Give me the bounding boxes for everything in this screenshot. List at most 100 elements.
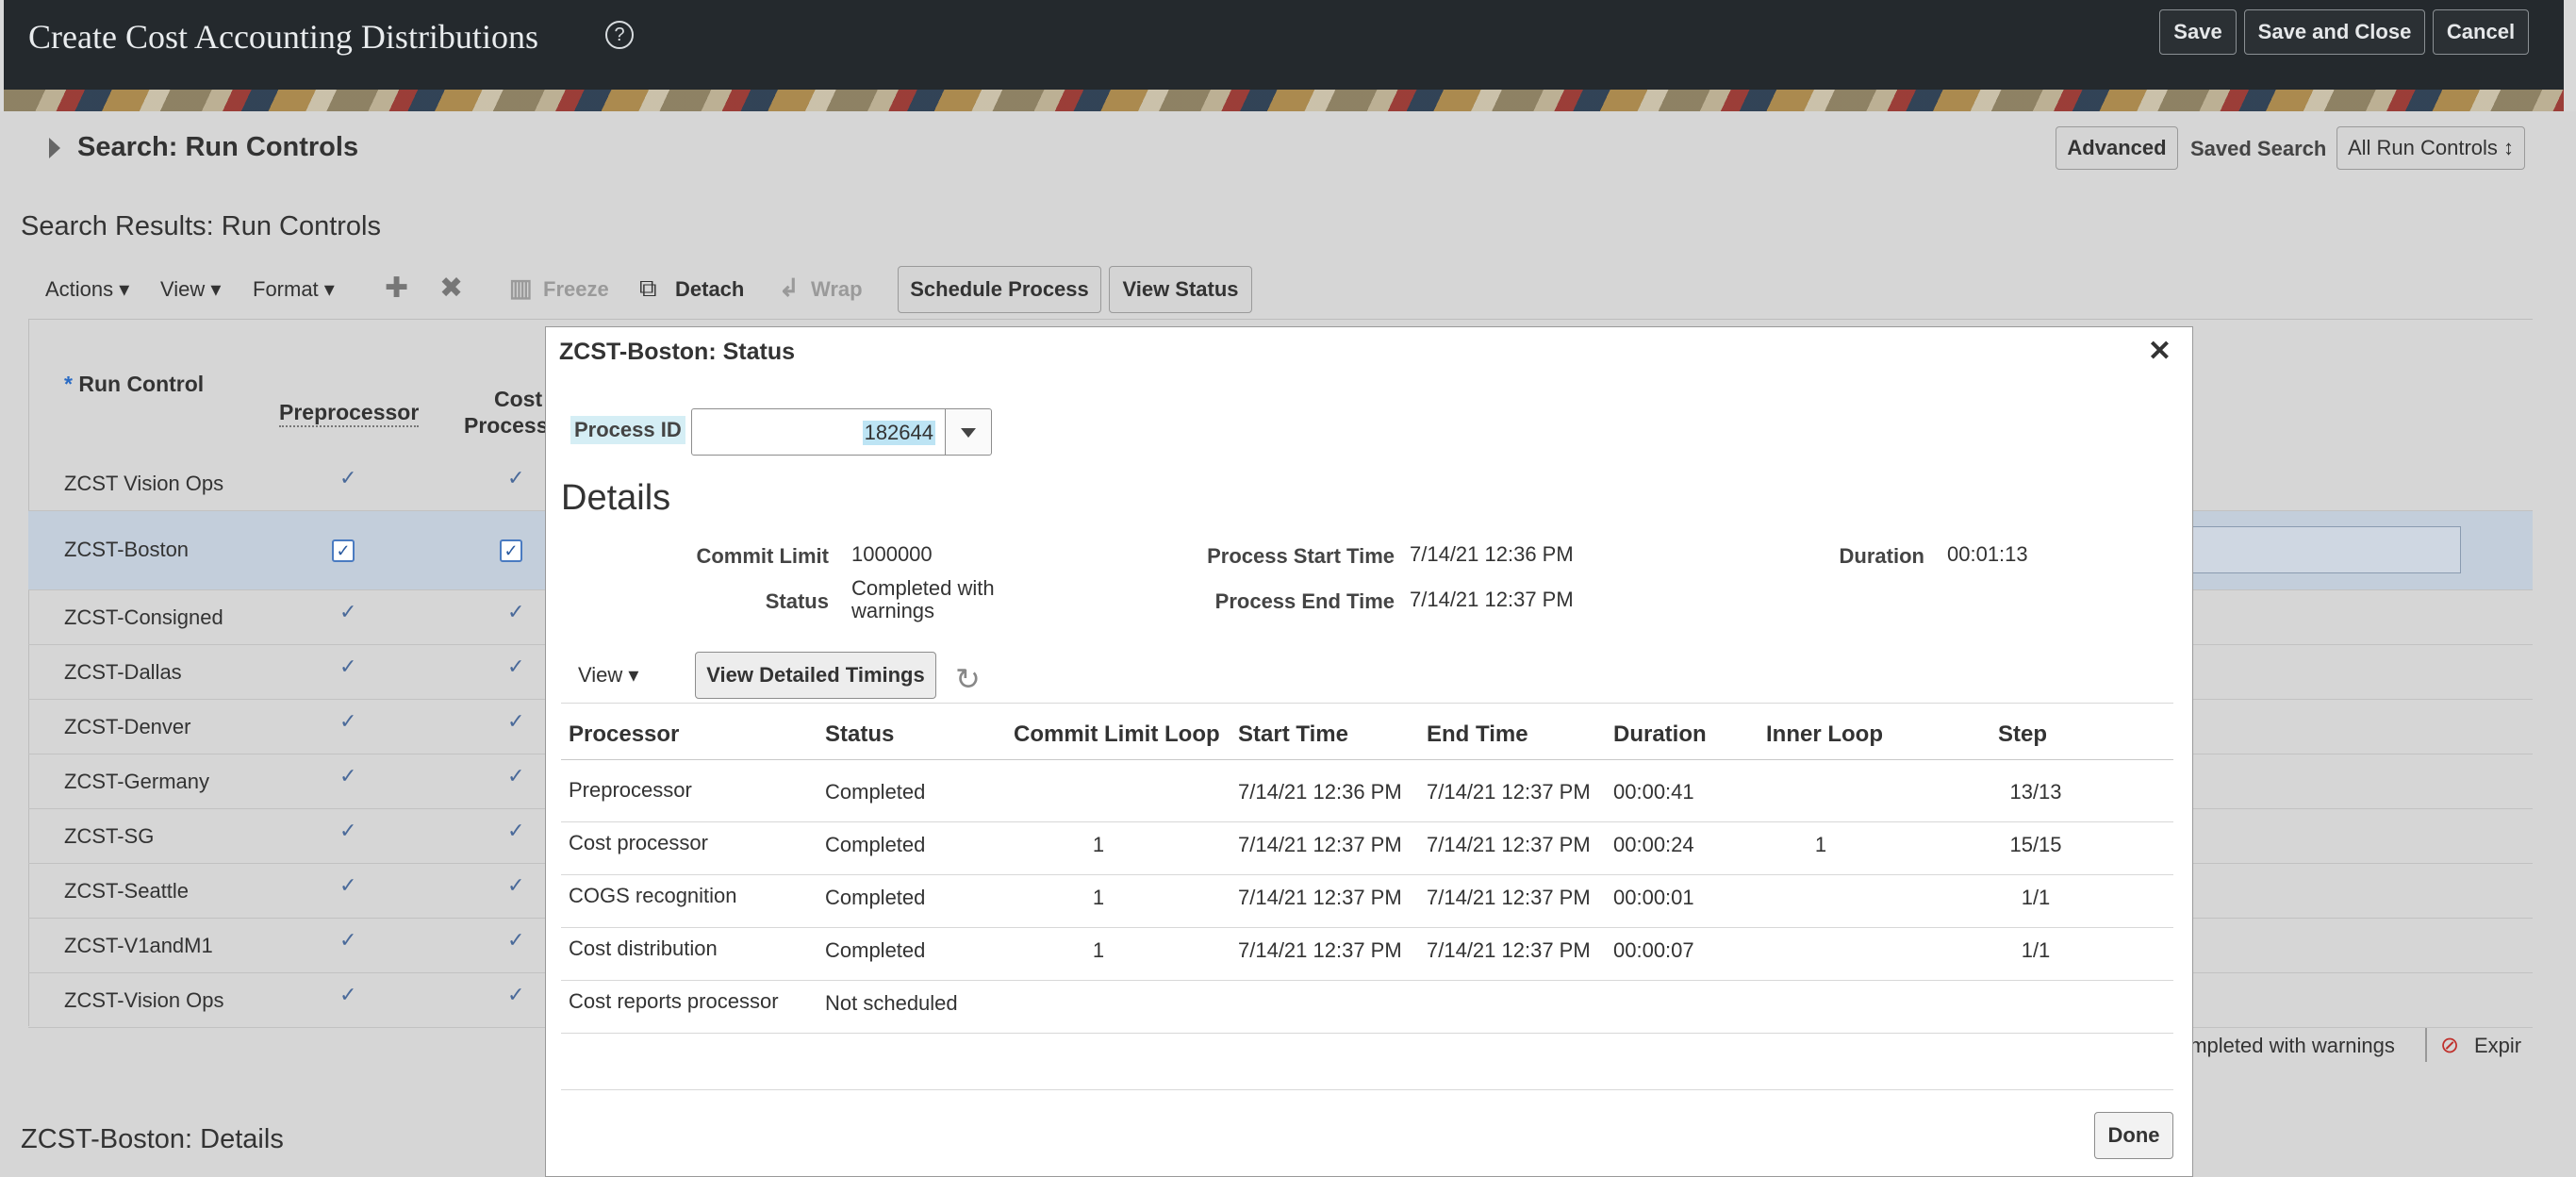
cell-start-time: 7/14/21 12:37 PM [1238, 833, 1402, 856]
done-button[interactable]: Done [2094, 1112, 2173, 1159]
cell-end-time: 7/14/21 12:37 PM [1427, 886, 1591, 909]
legend-expired: Expir [2474, 1034, 2522, 1057]
cell-commit-limit-loop: 1 [1092, 938, 1105, 962]
cost-processor-column-header-line1[interactable]: Cost [494, 387, 542, 412]
detach-button[interactable]: Detach [675, 277, 744, 302]
row-divider [561, 874, 2173, 875]
preprocessor-check-icon: ✓ [339, 655, 357, 678]
chevron-down-icon [961, 428, 976, 438]
cell-commit-limit-loop: 1 [1092, 886, 1105, 909]
run-control-name: ZCST-Vision Ops [64, 988, 224, 1012]
view-detailed-timings-button[interactable]: View Detailed Timings [695, 652, 936, 699]
step-column-header[interactable]: Step [1998, 721, 2047, 748]
format-menu[interactable]: Format ▾ [253, 277, 335, 302]
end-time-column-header[interactable]: End Time [1427, 721, 1528, 748]
view-menu[interactable]: View ▾ [160, 277, 221, 302]
cost-processor-check-icon: ✓ [507, 819, 525, 842]
wrap-button[interactable]: Wrap [811, 277, 863, 302]
cell-duration: 00:00:07 [1613, 938, 1694, 962]
process-id-dropdown-button[interactable] [945, 408, 992, 456]
preprocessor-check-icon: ✓ [339, 819, 357, 842]
row-divider [561, 821, 2173, 822]
run-control-name: ZCST-Germany [64, 770, 210, 793]
cell-status: Completed [825, 886, 926, 909]
cell-processor: Preprocessor [569, 778, 692, 802]
cell-status: Completed [825, 833, 926, 856]
row-divider [561, 927, 2173, 928]
refresh-icon[interactable]: ↻ [955, 661, 981, 697]
view-status-button[interactable]: View Status [1109, 266, 1252, 313]
saved-search-select[interactable]: All Run Controls ↕ [2337, 126, 2525, 170]
cell-step: 15/15 [2009, 833, 2062, 856]
process-id-value: 182644 [862, 421, 935, 445]
actions-menu[interactable]: Actions ▾ [45, 277, 129, 302]
close-icon[interactable]: ✕ [2148, 335, 2171, 368]
commit-limit-value: 1000000 [851, 542, 933, 566]
save-and-close-button[interactable]: Save and Close [2244, 9, 2425, 55]
duration-value: 00:01:13 [1947, 542, 2028, 566]
row-divider [561, 980, 2173, 981]
preprocessor-check-icon: ✓ [339, 709, 357, 733]
start-time-column-header[interactable]: Start Time [1238, 721, 1348, 748]
cell-processor: Cost processor [569, 831, 708, 854]
inner-loop-column-header[interactable]: Inner Loop [1766, 721, 1883, 748]
cost-processor-column-header-line2[interactable]: Process [464, 413, 549, 439]
cost-processor-checkbox[interactable]: ✓ [500, 539, 522, 562]
run-control-column-header[interactable]: * Run Control [64, 372, 204, 397]
search-section-title[interactable]: Search: Run Controls [77, 132, 358, 163]
process-id-input[interactable]: 182644 [691, 408, 946, 456]
cell-end-time: 7/14/21 12:37 PM [1427, 833, 1591, 856]
cost-processor-check-icon: ✓ [507, 983, 525, 1006]
cost-processor-check-icon: ✓ [507, 600, 525, 623]
commit-limit-loop-column-header[interactable]: Commit Limit Loop [1014, 721, 1220, 748]
header-banner-pattern [4, 90, 2564, 111]
process-start-time-value: 7/14/21 12:36 PM [1410, 542, 1574, 566]
processor-column-header[interactable]: Processor [569, 721, 679, 748]
cell-start-time: 7/14/21 12:37 PM [1238, 886, 1402, 909]
details-heading: Details [561, 478, 671, 518]
timings-view-menu[interactable]: View ▾ [578, 663, 638, 688]
preprocessor-column-header[interactable]: Preprocessor [279, 400, 420, 427]
cell-duration: 00:00:01 [1613, 886, 1694, 909]
save-button[interactable]: Save [2159, 9, 2237, 55]
cell-status: Not scheduled [825, 991, 958, 1015]
search-results-title: Search Results: Run Controls [21, 211, 381, 241]
table-bottom-border [561, 1033, 2173, 1034]
cost-processor-check-icon: ✓ [507, 709, 525, 733]
cost-processor-check-icon: ✓ [507, 466, 525, 489]
cell-step: 1/1 [2021, 938, 2051, 962]
expand-triangle-icon[interactable] [49, 138, 60, 158]
cost-processor-check-icon: ✓ [507, 655, 525, 678]
run-control-name: ZCST-Dallas [64, 660, 182, 684]
table-header-border [561, 759, 2173, 760]
cell-inner-loop: 1 [1814, 833, 1827, 856]
advanced-search-button[interactable]: Advanced [2056, 126, 2178, 170]
dialog-footer-border [561, 1089, 2173, 1090]
help-icon[interactable]: ? [605, 21, 634, 49]
cell-processor: COGS recognition [569, 884, 737, 907]
preprocessor-check-icon: ✓ [339, 873, 357, 897]
cell-status: Completed [825, 780, 926, 804]
cell-start-time: 7/14/21 12:36 PM [1238, 780, 1402, 804]
page-title: Create Cost Accounting Distributions [28, 18, 538, 56]
freeze-icon: ▥ [509, 274, 533, 302]
schedule-process-button[interactable]: Schedule Process [898, 266, 1101, 313]
run-control-name: ZCST-Consigned [64, 605, 223, 629]
cancel-button[interactable]: Cancel [2433, 9, 2529, 55]
legend-divider [2425, 1028, 2427, 1062]
table-top-border [561, 703, 2173, 704]
status-column-header[interactable]: Status [825, 721, 894, 748]
duration-column-header[interactable]: Duration [1613, 721, 1707, 748]
preprocessor-check-icon: ✓ [339, 764, 357, 787]
freeze-button[interactable]: Freeze [543, 277, 609, 302]
status-value-line1: Completed with [851, 576, 995, 600]
details-section-title: ZCST-Boston: Details [21, 1124, 284, 1154]
add-icon[interactable]: ✚ [385, 272, 408, 305]
process-id-label: Process ID [570, 416, 685, 444]
preprocessor-check-icon: ✓ [339, 600, 357, 623]
process-end-time-value: 7/14/21 12:37 PM [1410, 588, 1574, 611]
cell-processor: Cost distribution [569, 937, 718, 960]
legend-completed-with-warnings: ompleted with warnings [2178, 1034, 2395, 1057]
preprocessor-checkbox[interactable]: ✓ [332, 539, 355, 562]
delete-icon[interactable]: ✖ [439, 272, 463, 305]
